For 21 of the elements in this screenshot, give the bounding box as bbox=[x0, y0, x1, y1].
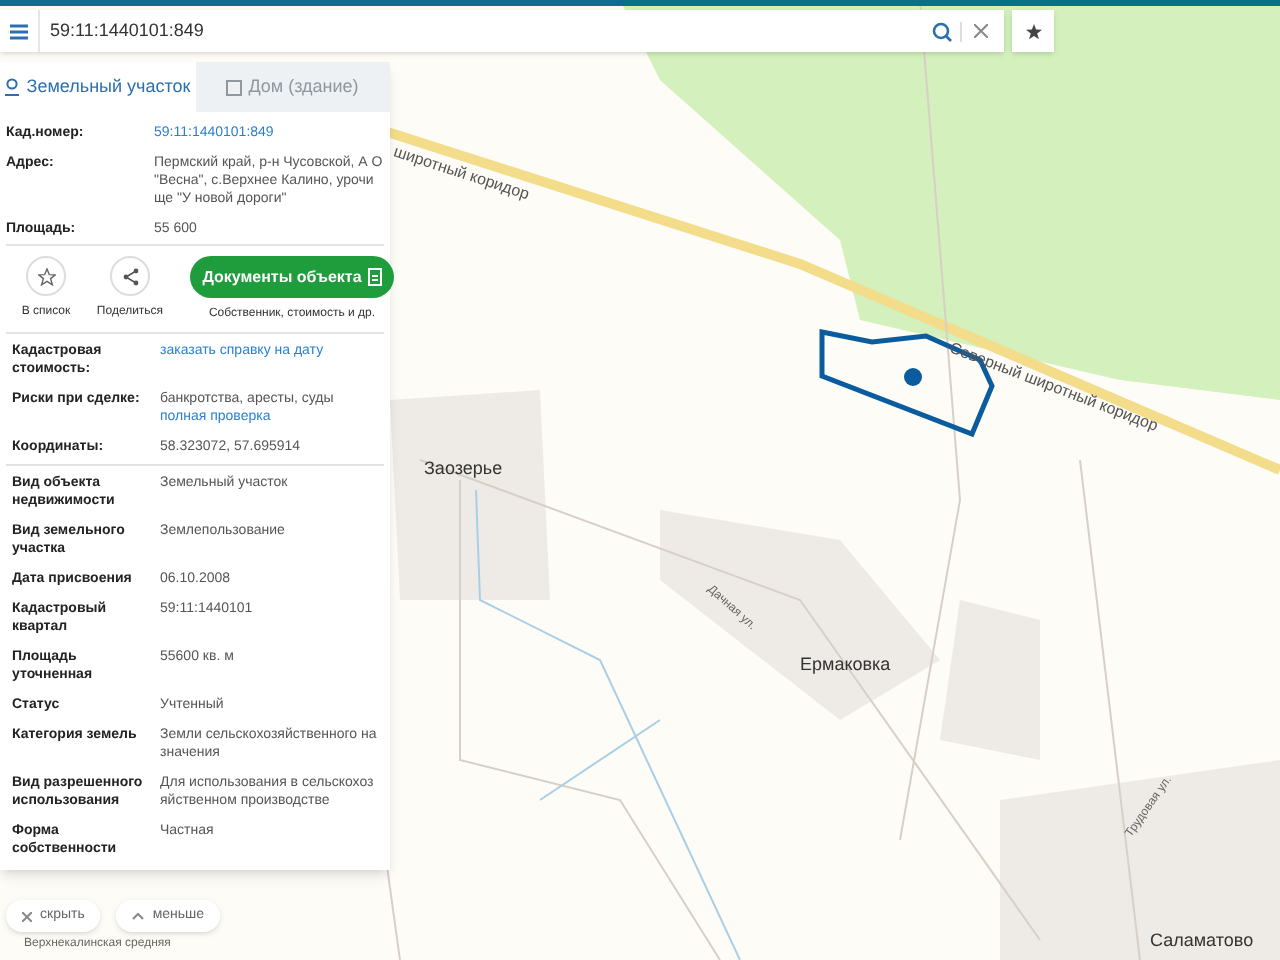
star-icon bbox=[1025, 23, 1041, 39]
share-icon bbox=[121, 267, 139, 285]
share-button[interactable] bbox=[110, 256, 150, 296]
menu-icon[interactable] bbox=[10, 23, 28, 39]
search-input[interactable]: 59:11:1440101:849 bbox=[50, 17, 932, 45]
add-to-list-button[interactable] bbox=[26, 256, 66, 296]
chevron-up-icon bbox=[132, 912, 145, 920]
document-icon bbox=[367, 268, 382, 286]
star-icon bbox=[37, 267, 55, 285]
documents-button[interactable]: Документы объекта bbox=[190, 256, 394, 298]
search-icon[interactable] bbox=[932, 21, 952, 41]
location-marker-icon[interactable] bbox=[904, 368, 922, 386]
tab[interactable]: Земельный участок bbox=[0, 62, 195, 112]
favorites-button[interactable] bbox=[1012, 10, 1054, 52]
close-icon[interactable] bbox=[974, 24, 988, 38]
person-icon bbox=[4, 78, 21, 96]
place-label: Заозерье bbox=[424, 456, 503, 482]
place-label: Ермаковка bbox=[800, 652, 891, 678]
search-field[interactable]: 59:11:1440101:849 bbox=[0, 10, 1004, 52]
place-label: Саламатово bbox=[1150, 928, 1254, 954]
close-icon bbox=[22, 911, 32, 921]
